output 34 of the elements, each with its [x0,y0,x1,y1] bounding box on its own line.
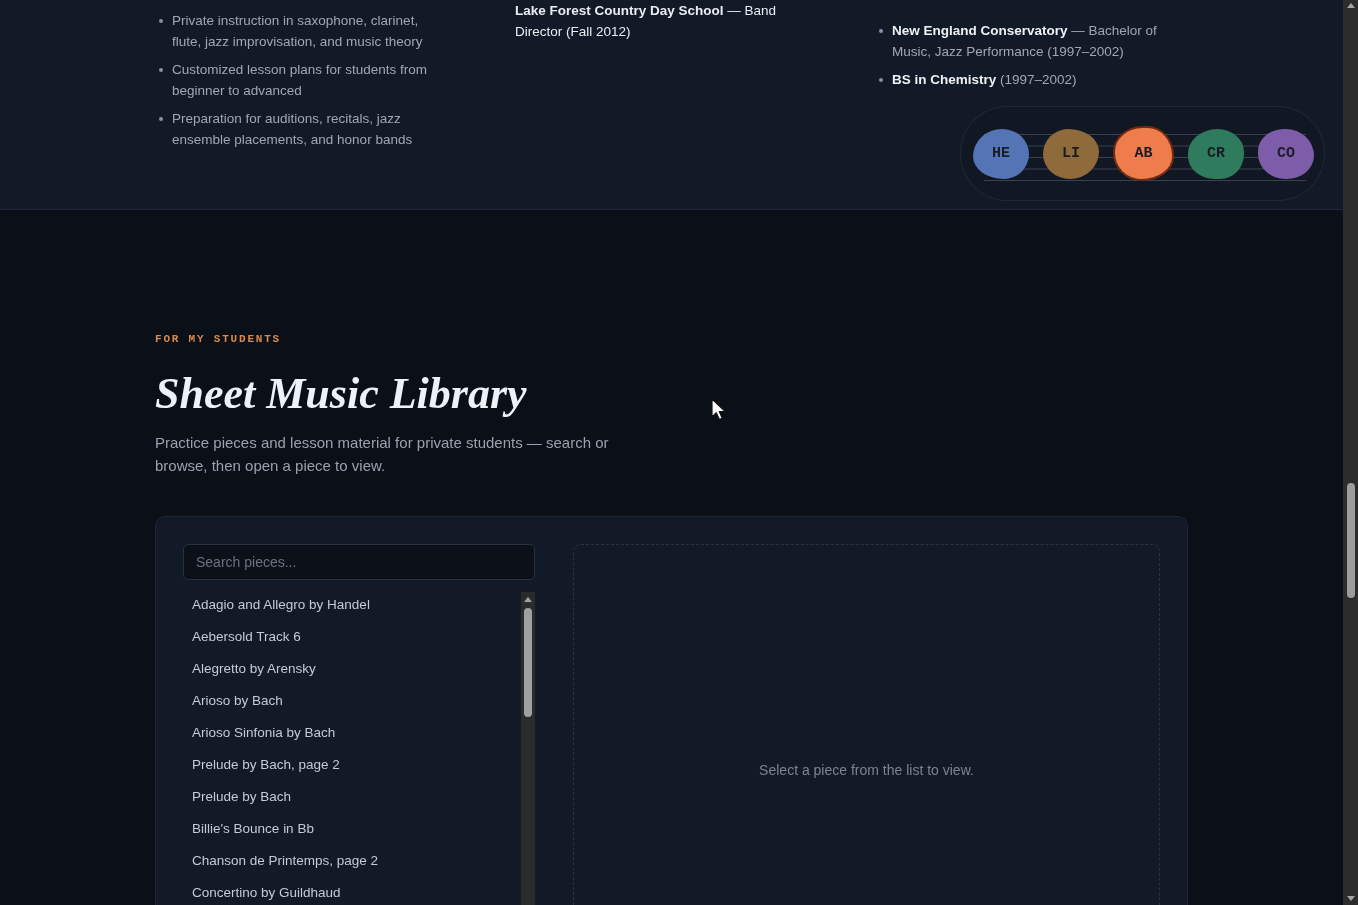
piece-list-item[interactable]: Concertino by Guildhaud [183,877,350,905]
piece-list-item[interactable]: Prelude by Bach [183,781,301,813]
section-description: Practice pieces and lesson material for private students — search or browse, then open a piece to view. [155,433,610,476]
piece-list-item[interactable]: Arioso by Bach [183,685,292,717]
bullet-icon [159,117,163,121]
bullet-text: Preparation for auditions, recitals, jazz ensemble placements, and honor bands [172,110,414,149]
piece-list-item[interactable]: Alegretto by Arensky [183,653,325,685]
mouse-pointer-icon [711,398,727,421]
empty-viewer-message: Select a piece from the list to view. [759,762,974,778]
scrollbar-thumb[interactable] [1346,483,1355,598]
section-eyebrow: FOR MY STUDENTS [155,332,282,346]
piece-list-item[interactable]: Aebersold Track 6 [183,621,310,653]
bullet-text: Private instruction in saxophone, clarinet, flute, jazz improvisation, and music theory [172,12,424,51]
page-scrollbar[interactable] [1343,0,1358,905]
bullet-icon [159,19,163,23]
piece-list-item[interactable]: Prelude by Bach, page 2 [183,749,349,781]
scrollbar-thumb[interactable] [524,608,532,717]
piece-list-item[interactable]: Arioso Sinfonia by Bach [183,717,345,749]
bullet-text: Customized lesson plans for students from beginner to advanced [172,61,429,100]
piece-list-item[interactable]: Adagio and Allegro by Handel [183,589,379,621]
position-text: Lake Forest Country Day School — Band Director (Fall 2012) [515,2,778,41]
arrow-up-icon[interactable] [524,597,532,602]
section-title: Sheet Music Library [155,370,527,418]
bullet-icon [879,78,883,82]
piece-list-item[interactable]: Chanson de Printemps, page 2 [183,845,388,877]
arrow-up-icon[interactable] [1346,3,1355,8]
bullet-icon [879,29,883,33]
bullet-text: BS in Chemistry (1997–2002) [892,71,1078,89]
bullet-icon [159,68,163,72]
bullet-text: New England Conservatory — Bachelor of Music, Jazz Performance (1997–2002) [892,22,1158,61]
arrow-down-icon[interactable] [1346,896,1355,901]
search-field[interactable]: Search pieces... [183,544,535,580]
list-scrollbar[interactable] [521,592,535,905]
piece-list-item[interactable]: Billie's Bounce in Bb [183,813,323,845]
